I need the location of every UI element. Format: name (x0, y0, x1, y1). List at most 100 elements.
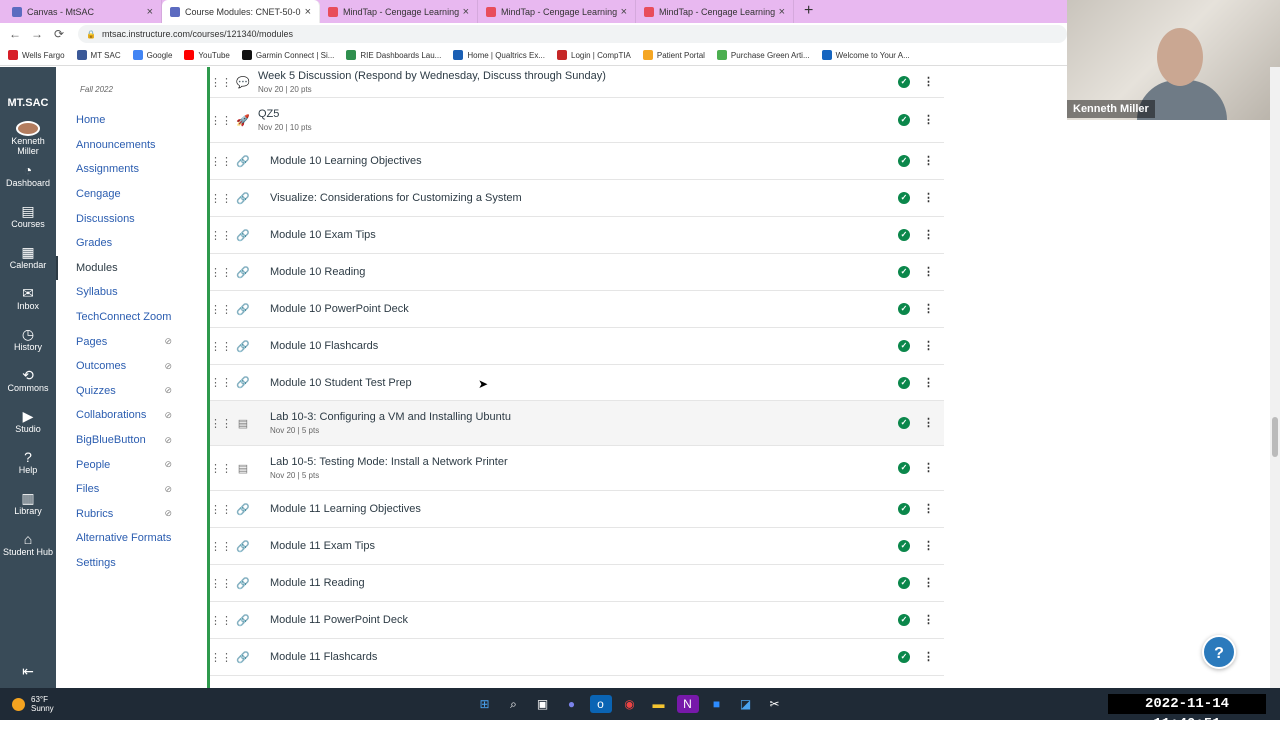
published-check-icon[interactable]: ✓ (898, 76, 910, 88)
close-tab-icon[interactable]: × (779, 6, 785, 18)
course-nav-bigbluebutton[interactable]: BigBlueButton ⊘ (56, 428, 206, 453)
zoom-icon[interactable]: ■ (706, 695, 728, 713)
module-item-title[interactable]: Week 5 Discussion (Respond by Wednesday,… (258, 70, 944, 82)
module-item-row[interactable]: ⋮⋮ 🔗 Module 10 Flashcards ✓ ⋮ (210, 328, 944, 365)
published-check-icon[interactable]: ✓ (898, 155, 910, 167)
module-item-title[interactable]: Module 10 PowerPoint Deck (270, 303, 944, 315)
app-icon[interactable]: ◪ (735, 695, 757, 713)
global-nav-courses[interactable]: ▤ Courses (0, 203, 56, 238)
course-nav-outcomes[interactable]: Outcomes ⊘ (56, 354, 206, 379)
module-item-row[interactable]: ⋮⋮ 🔗 Module 11 Exam Tips ✓ ⋮ (210, 528, 944, 565)
bookmark-item[interactable]: Login | CompTIA (557, 50, 631, 60)
bookmark-item[interactable]: Welcome to Your A... (821, 50, 910, 60)
module-item-row[interactable]: ⋮⋮ 🔗 Module 10 Learning Objectives ✓ ⋮ (210, 143, 944, 180)
published-check-icon[interactable]: ✓ (898, 303, 910, 315)
mtsac-logo[interactable]: MT.SAC (0, 67, 56, 115)
browser-tab[interactable]: MindTap - Cengage Learning × (320, 0, 478, 23)
global-nav-account[interactable]: Kenneth Miller (0, 121, 56, 156)
module-item-title[interactable]: Lab 10-3: Configuring a VM and Installin… (270, 411, 944, 423)
course-nav-grades[interactable]: Grades (56, 231, 206, 256)
bookmark-item[interactable]: Wells Fargo (8, 50, 65, 60)
module-item-row[interactable]: ⋮⋮ 🔗 Module 11 Reading ✓ ⋮ (210, 565, 944, 602)
published-check-icon[interactable]: ✓ (898, 340, 910, 352)
module-item-row[interactable]: ⋮⋮ 🔗 Module 10 Reading ✓ ⋮ (210, 254, 944, 291)
course-nav-people[interactable]: People ⊘ (56, 452, 206, 477)
global-nav-commons[interactable]: ⟲ Commons (0, 367, 56, 402)
global-nav-help[interactable]: ? Help (0, 449, 56, 484)
snipping-tool-icon[interactable]: ✂ (764, 695, 786, 713)
outlook-icon[interactable]: o (589, 695, 612, 713)
more-options-icon[interactable]: ⋮ (923, 191, 934, 204)
more-options-icon[interactable]: ⋮ (923, 502, 934, 515)
published-check-icon[interactable]: ✓ (898, 462, 910, 474)
teams-chat-icon[interactable]: ● (561, 695, 583, 713)
more-options-icon[interactable]: ⋮ (923, 650, 934, 663)
global-nav-calendar[interactable]: ▦ Calendar (0, 244, 56, 279)
browser-tab[interactable]: Course Modules: CNET-50-03-29 × (162, 0, 320, 23)
more-options-icon[interactable]: ⋮ (923, 75, 934, 88)
page-scrollbar[interactable] (1270, 67, 1280, 688)
windows-start-icon[interactable]: ⊞ (474, 695, 496, 713)
global-nav-history[interactable]: ◷ History (0, 326, 56, 361)
module-item-title[interactable]: Lab 10-5: Testing Mode: Install a Networ… (270, 456, 944, 468)
course-nav-modules[interactable]: Modules (56, 255, 206, 281)
close-tab-icon[interactable]: × (305, 6, 311, 18)
published-check-icon[interactable]: ✓ (898, 266, 910, 278)
more-options-icon[interactable]: ⋮ (923, 376, 934, 389)
module-item-row[interactable]: ⋮⋮ 🔗 Module 10 Student Test Prep ✓ ⋮ (210, 365, 944, 401)
drag-handle-icon[interactable]: ⋮⋮ (210, 192, 232, 205)
more-options-icon[interactable]: ⋮ (923, 461, 934, 474)
global-nav-inbox[interactable]: ✉ Inbox (0, 285, 56, 320)
module-item-title[interactable]: Module 10 Student Test Prep (270, 377, 944, 389)
module-item-row[interactable]: ⋮⋮ 🔗 Module 11 Learning Objectives ✓ ⋮ (210, 491, 944, 528)
module-item-title[interactable]: Visualize: Considerations for Customizin… (270, 192, 944, 204)
course-nav-discussions[interactable]: Discussions (56, 206, 206, 231)
help-button[interactable]: ? (1202, 635, 1236, 669)
more-options-icon[interactable]: ⋮ (923, 576, 934, 589)
bookmark-item[interactable]: RIE Dashboards Lau... (346, 50, 441, 60)
more-options-icon[interactable]: ⋮ (923, 154, 934, 167)
course-nav-rubrics[interactable]: Rubrics ⊘ (56, 502, 206, 527)
drag-handle-icon[interactable]: ⋮⋮ (210, 462, 232, 475)
course-nav-home[interactable]: Home (56, 108, 206, 133)
module-item-title[interactable]: Module 11 PowerPoint Deck (270, 614, 944, 626)
drag-handle-icon[interactable]: ⋮⋮ (210, 114, 232, 127)
published-check-icon[interactable]: ✓ (898, 651, 910, 663)
course-nav-collaborations[interactable]: Collaborations ⊘ (56, 403, 206, 428)
global-nav-student-hub[interactable]: ⌂ Student Hub (0, 531, 56, 566)
browser-tab[interactable]: Canvas - MtSAC × (4, 0, 162, 23)
bookmark-item[interactable]: MT SAC (76, 50, 121, 60)
module-item-row[interactable]: ⋮⋮ ▤ Lab 10-5: Testing Mode: Install a Net… (210, 446, 944, 491)
module-item-title[interactable]: Module 11 Learning Objectives (270, 503, 944, 515)
published-check-icon[interactable]: ✓ (898, 577, 910, 589)
course-nav-assignments[interactable]: Assignments (56, 157, 206, 182)
close-tab-icon[interactable]: × (463, 6, 469, 18)
module-item-title[interactable]: Module 11 Reading (270, 577, 944, 589)
course-nav-pages[interactable]: Pages ⊘ (56, 329, 206, 354)
bookmark-item[interactable]: Purchase Green Arti... (716, 50, 810, 60)
file-explorer-icon[interactable]: ▬ (648, 695, 670, 713)
task-view-icon[interactable]: ▣ (532, 695, 554, 713)
more-options-icon[interactable]: ⋮ (923, 339, 934, 352)
drag-handle-icon[interactable]: ⋮⋮ (210, 229, 232, 242)
module-item-title[interactable]: Module 11 Exam Tips (270, 540, 944, 552)
reload-icon[interactable]: ⟳ (50, 27, 68, 41)
module-item-row[interactable]: ⋮⋮ 🚀 QZ5 Nov 20 | 10 pts ✓ ⋮ (210, 98, 944, 143)
module-item-row[interactable]: ⋮⋮ 🔗 Module 11 PowerPoint Deck ✓ ⋮ (210, 602, 944, 639)
module-item-title[interactable]: Module 10 Exam Tips (270, 229, 944, 241)
drag-handle-icon[interactable]: ⋮⋮ (210, 303, 232, 316)
published-check-icon[interactable]: ✓ (898, 192, 910, 204)
module-item-title[interactable]: QZ5 (258, 108, 944, 120)
module-item-title[interactable]: Module 11 Flashcards (270, 651, 944, 663)
published-check-icon[interactable]: ✓ (898, 614, 910, 626)
more-options-icon[interactable]: ⋮ (923, 228, 934, 241)
drag-handle-icon[interactable]: ⋮⋮ (210, 417, 232, 430)
weather-widget[interactable]: 63°F Sunny (0, 695, 470, 713)
published-check-icon[interactable]: ✓ (898, 376, 910, 389)
browser-tab[interactable]: MindTap - Cengage Learning × (478, 0, 636, 23)
collapse-nav-icon[interactable]: ⇤ (0, 663, 56, 680)
course-nav-announcements[interactable]: Announcements (56, 133, 206, 158)
course-nav-syllabus[interactable]: Syllabus (56, 280, 206, 305)
url-field[interactable]: 🔒 mtsac.instructure.com/courses/121340/m… (78, 25, 1067, 43)
drag-handle-icon[interactable]: ⋮⋮ (210, 266, 232, 279)
